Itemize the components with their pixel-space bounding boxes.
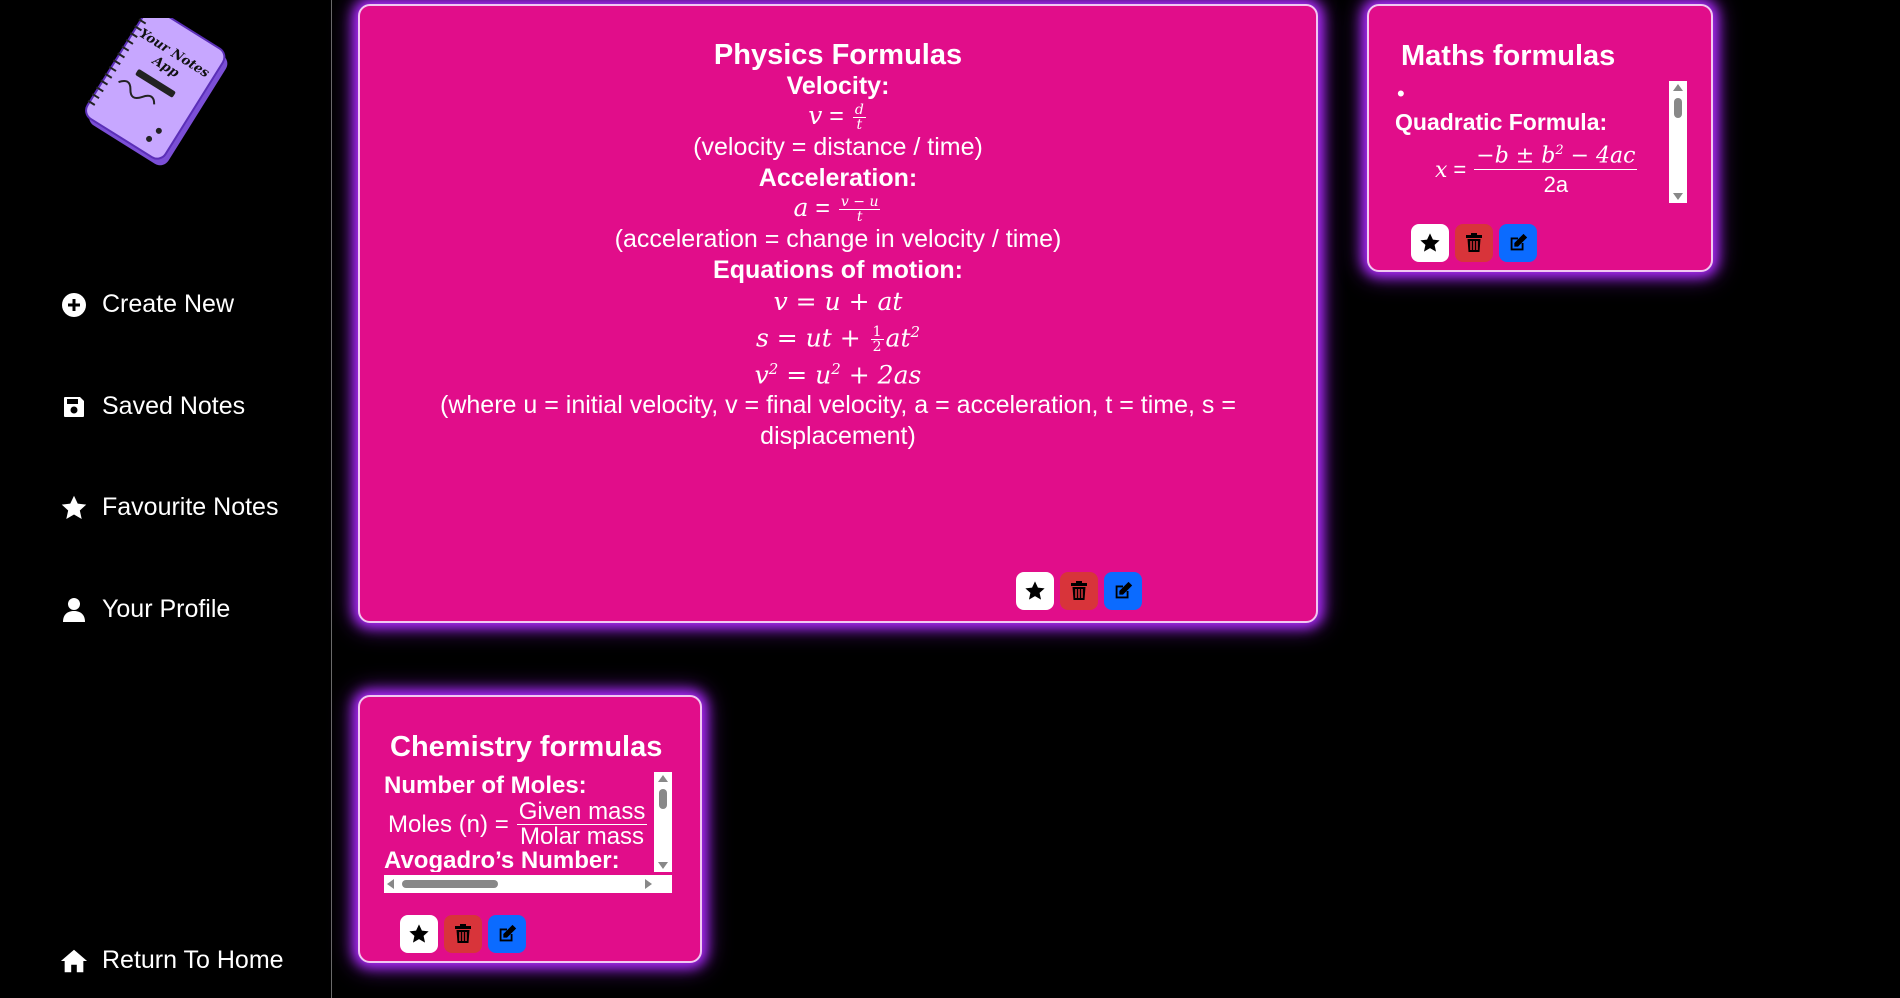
- maths-title: Maths formulas: [1401, 40, 1616, 72]
- moles-denominator: Molar mass: [520, 823, 645, 850]
- physics-actions: [1016, 572, 1142, 610]
- quadratic-heading: Quadratic Formula:: [1395, 109, 1608, 135]
- chemistry-content: Number of Moles: Moles (n) = Given mass …: [384, 772, 650, 872]
- delete-button[interactable]: [444, 915, 482, 953]
- equations-heading: Equations of motion:: [713, 255, 963, 284]
- sidebar: Your Notes App Create New Saved Notes Fa…: [0, 0, 332, 998]
- equation-2: s = ut + 1 2 at2: [755, 322, 921, 356]
- velocity-heading: Velocity:: [786, 72, 890, 100]
- nav-favourite-notes[interactable]: Favourite Notes: [60, 493, 278, 522]
- avogadro-heading: Avogadro’s Number:: [384, 847, 620, 873]
- user-icon: [60, 596, 88, 624]
- nav-return-home-label: Return To Home: [102, 946, 284, 974]
- edit-button[interactable]: [488, 915, 526, 953]
- maths-content: • Quadratic Formula: x = −b ± b2 − 4ac 2…: [1395, 81, 1671, 209]
- note-card-maths[interactable]: Maths formulas • Quadratic Formula: x = …: [1367, 4, 1713, 272]
- note-card-physics[interactable]: Physics Formulas Velocity: v = dt (veloc…: [358, 4, 1318, 623]
- favourite-button[interactable]: [1411, 224, 1449, 262]
- star-icon: [409, 924, 429, 943]
- favourite-button[interactable]: [400, 915, 438, 953]
- acceleration-heading: Acceleration:: [758, 163, 918, 192]
- chemistry-actions: [400, 915, 526, 953]
- chemistry-horizontal-scrollbar[interactable]: [384, 875, 672, 893]
- where-line-1: (where u = initial velocity, v = final v…: [440, 391, 1236, 420]
- floppy-disk-icon: [60, 393, 88, 421]
- velocity-description: (velocity = distance / time): [693, 132, 983, 161]
- maths-vertical-scrollbar[interactable]: [1669, 81, 1687, 203]
- nav-return-home[interactable]: Return To Home: [60, 946, 284, 975]
- edit-button[interactable]: [1499, 224, 1537, 262]
- equation-1: v = u + at: [773, 286, 903, 316]
- maths-bullet: •: [1397, 81, 1405, 106]
- favourite-button[interactable]: [1016, 572, 1054, 610]
- nav-saved-notes-label: Saved Notes: [102, 392, 246, 420]
- chemistry-title: Chemistry formulas: [390, 731, 663, 763]
- where-line-2: displacement): [760, 422, 916, 451]
- trash-icon: [1071, 581, 1087, 600]
- nav-create-new[interactable]: Create New: [60, 290, 234, 319]
- home-icon: [60, 947, 88, 975]
- star-icon: [1420, 233, 1440, 252]
- nav-create-new-label: Create New: [102, 290, 234, 318]
- velocity-formula: v = dt: [808, 101, 866, 133]
- equation-3: v2 = u2 + 2as: [754, 360, 922, 390]
- physics-title: Physics Formulas: [713, 39, 963, 71]
- edit-icon: [499, 924, 517, 942]
- quadratic-formula: x = −b ± b2 − 4ac 2a: [1435, 143, 1638, 198]
- edit-icon: [1510, 233, 1528, 251]
- star-icon: [60, 494, 88, 522]
- star-icon: [1025, 581, 1045, 600]
- maths-actions: [1411, 224, 1537, 262]
- moles-numerator: Given mass: [516, 798, 648, 825]
- trash-icon: [1466, 233, 1482, 252]
- delete-button[interactable]: [1455, 224, 1493, 262]
- app-logo: Your Notes App: [85, 18, 228, 166]
- nav-your-profile[interactable]: Your Profile: [60, 595, 230, 624]
- acceleration-description: (acceleration = change in velocity / tim…: [614, 224, 1062, 253]
- nav-your-profile-label: Your Profile: [102, 595, 231, 623]
- moles-lhs: Moles (n) =: [388, 810, 509, 838]
- acceleration-formula: a = v − ut: [793, 192, 881, 225]
- nav-saved-notes[interactable]: Saved Notes: [60, 392, 245, 421]
- note-card-chemistry[interactable]: Chemistry formulas Number of Moles: Mole…: [358, 695, 702, 963]
- moles-formula: Moles (n) = Given mass Molar mass: [388, 800, 650, 849]
- moles-heading: Number of Moles:: [384, 772, 587, 799]
- plus-circle-icon: [60, 291, 88, 319]
- edit-button[interactable]: [1104, 572, 1142, 610]
- trash-icon: [455, 924, 471, 943]
- physics-content: Physics Formulas Velocity: v = dt (veloc…: [360, 40, 1316, 452]
- chemistry-vertical-scrollbar[interactable]: [654, 772, 672, 872]
- edit-icon: [1115, 581, 1133, 599]
- delete-button[interactable]: [1060, 572, 1098, 610]
- nav-favourite-notes-label: Favourite Notes: [102, 493, 279, 521]
